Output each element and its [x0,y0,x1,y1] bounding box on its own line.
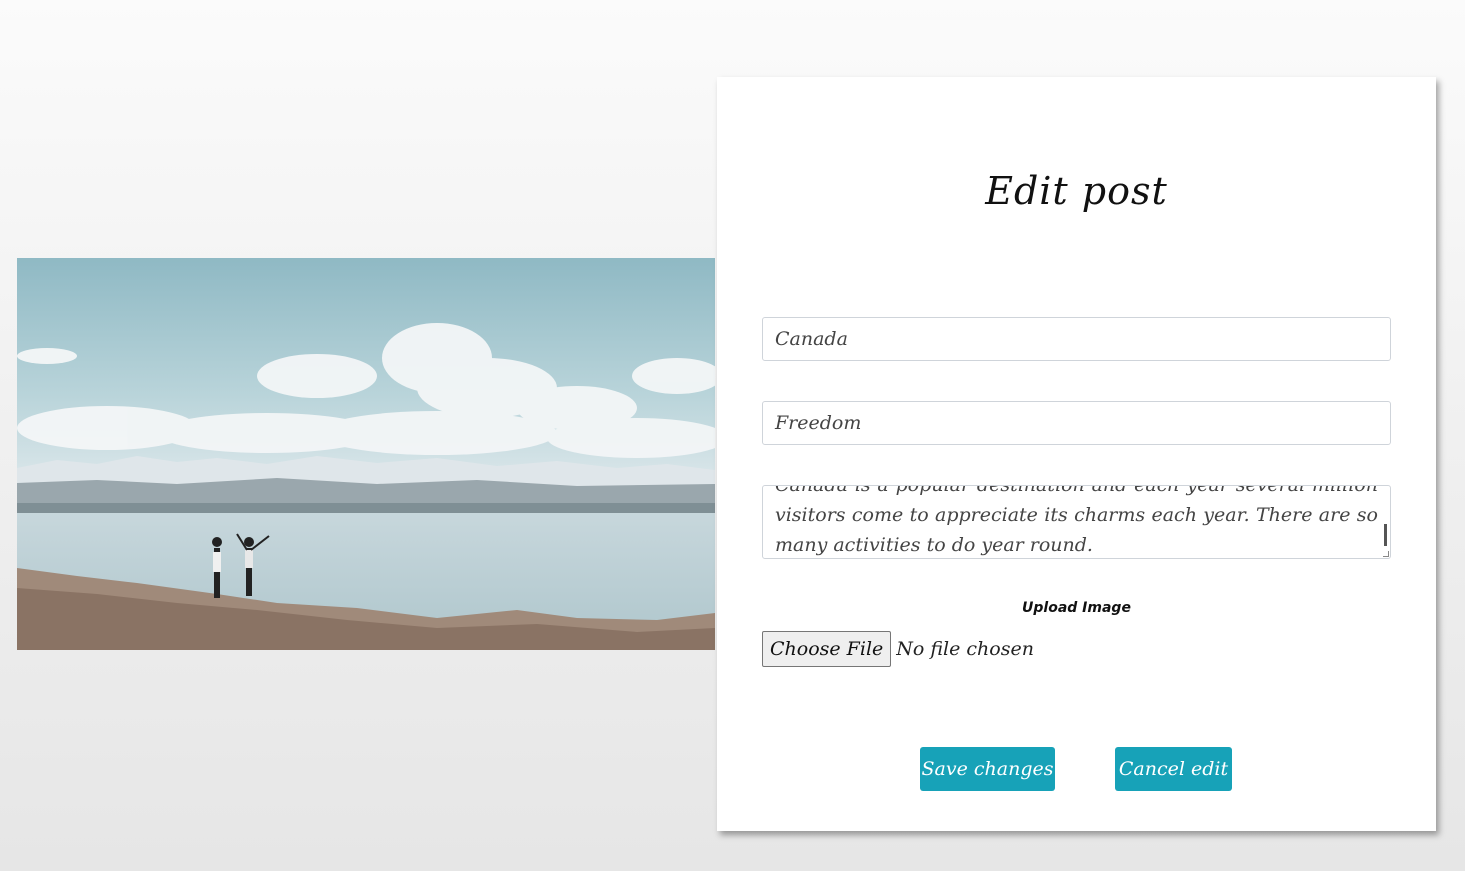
resize-handle-icon[interactable] [1383,551,1389,557]
textarea-scrollbar[interactable] [1384,524,1387,546]
upload-image-label: Upload Image [1022,600,1131,616]
file-status-text: No file chosen [896,638,1034,660]
cancel-edit-button[interactable]: Cancel edit [1115,747,1232,791]
file-input[interactable]: Choose File No file chosen [762,631,1034,667]
post-tag-input[interactable]: Freedom [762,401,1391,445]
page-title: Edit post [985,169,1168,213]
post-title-input[interactable]: Canada [762,317,1391,361]
post-body-value: Canada is a popular destination and each… [775,485,1378,556]
post-body-textarea[interactable]: Canada is a popular destination and each… [762,485,1391,559]
post-tag-value: Freedom [775,412,862,434]
edit-post-card: Edit post Canada Freedom Canada is a pop… [717,77,1436,831]
choose-file-button[interactable]: Choose File [762,631,892,667]
post-title-value: Canada [775,328,848,350]
save-changes-button[interactable]: Save changes [920,747,1055,791]
landscape-photo [17,258,715,650]
